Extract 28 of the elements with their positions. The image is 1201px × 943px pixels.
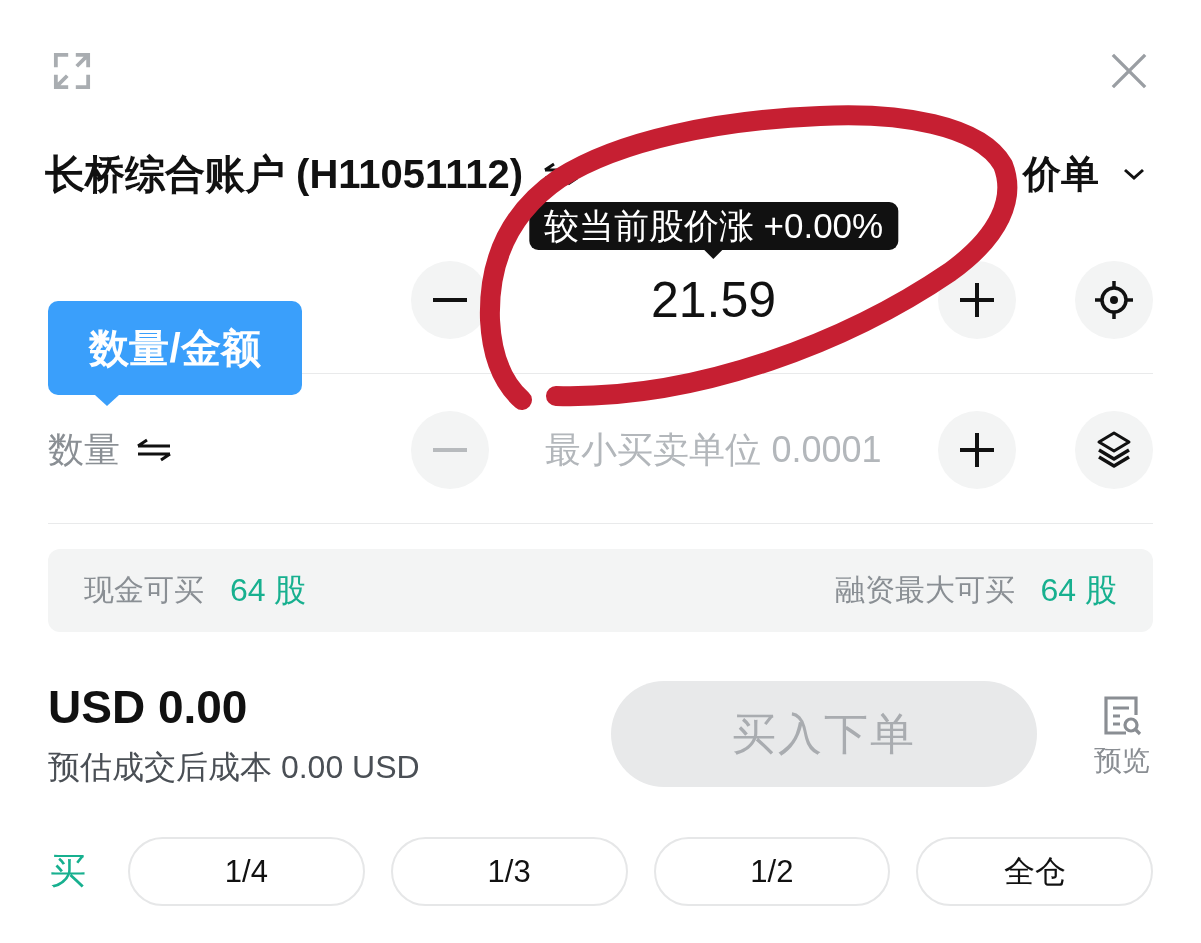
buying-power-label: 现金可买 [84,572,204,608]
position-fraction-button[interactable]: 1/4 [128,837,365,906]
order-amount: USD 0.00 [48,681,248,733]
minus-icon [433,448,467,452]
quantity-field[interactable]: 最小买卖单位 0.0001 [493,418,934,482]
position-fraction-button[interactable]: 1/3 [390,837,628,906]
account-title[interactable]: 长桥综合账户 (H11051112) [45,146,523,202]
crosshair-icon [1094,280,1134,320]
buying-power-value: 64 股 [230,570,307,610]
minus-icon [433,298,467,302]
position-fraction-button[interactable]: 全仓 [916,837,1153,906]
buy-side-label: 买 [50,849,87,893]
preview-document-icon[interactable] [1102,695,1142,737]
chevron-down-icon[interactable] [1123,167,1145,181]
price-field[interactable]: 21.59 [493,268,934,332]
order-type-label[interactable]: 价单 [1023,148,1099,200]
close-icon[interactable] [1110,52,1148,90]
price-change-tooltip: 较当前股价涨 +0.00% [528,202,899,259]
estimated-cost: 预估成交后成本 0.00 USD [48,749,420,785]
plus-icon [960,433,994,467]
quantity-label: 数量 [48,427,120,472]
buying-power-value: 64 股 [1040,570,1117,610]
mode-hint-popover: 数量/金额 [48,301,302,406]
position-fraction-button[interactable]: 1/2 [653,837,891,906]
swap-icon[interactable] [543,162,579,186]
swap-icon[interactable] [136,438,172,462]
buying-power-label: 融资最大可买 [834,572,1015,608]
plus-icon [960,283,994,317]
